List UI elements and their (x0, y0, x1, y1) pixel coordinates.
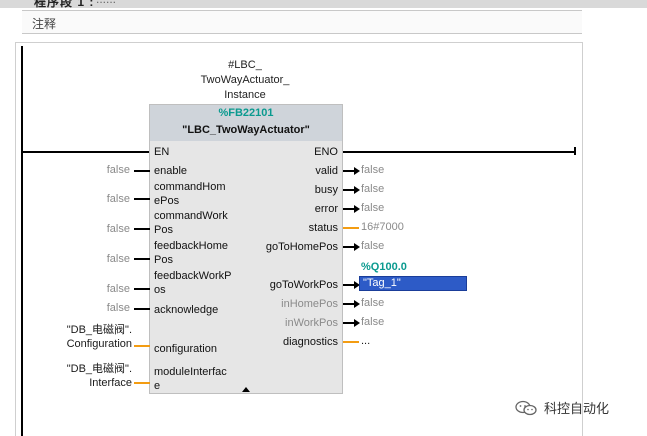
input-value-feedback-home-pos[interactable]: false (80, 252, 130, 266)
output-arrow-in-work-pos (354, 319, 360, 327)
output-value-valid[interactable]: false (361, 163, 384, 177)
pin-enable[interactable]: enable (154, 164, 244, 178)
output-value-in-work-pos[interactable]: false (361, 315, 384, 329)
watermark: 科控自动化 (514, 398, 609, 417)
input-value-enable[interactable]: false (80, 163, 130, 177)
input-value-module-interface[interactable]: "DB_电磁阀". Interface (40, 362, 132, 390)
comment-label: 注释 (32, 17, 57, 31)
function-block-header: %FB22101 "LBC_TwoWayActuator" (150, 105, 342, 141)
input-wire-acknowledge (134, 308, 150, 310)
output-wire-status (343, 227, 359, 229)
input-value-acknowledge[interactable]: false (80, 301, 130, 315)
output-arrow-busy (354, 186, 360, 194)
input-wire-command-work-pos (134, 228, 150, 230)
pin-go-to-work-pos[interactable]: goToWorkPos (238, 278, 338, 292)
pin-diagnostics[interactable]: diagnostics (238, 335, 338, 349)
input-value-command-work-pos[interactable]: false (80, 222, 130, 236)
fb-type-name: "LBC_TwoWayActuator" (182, 124, 310, 136)
function-block-box[interactable]: %FB22101 "LBC_TwoWayActuator" EN ENO ena… (149, 104, 343, 394)
left-power-rail (21, 46, 23, 436)
network-title[interactable]: 程序段 1 : (34, 0, 94, 10)
pin-configuration[interactable]: configuration (154, 342, 244, 356)
fb-number: %FB22101 (218, 107, 274, 119)
pin-go-to-home-pos[interactable]: goToHomePos (238, 240, 338, 254)
pin-feedback-work-pos[interactable]: feedbackWorkP os (154, 269, 244, 297)
right-rail-end (574, 147, 576, 155)
pin-acknowledge[interactable]: acknowledge (154, 303, 244, 317)
input-wire-module-interface (134, 382, 150, 384)
pin-busy[interactable]: busy (238, 183, 338, 197)
output-value-busy[interactable]: false (361, 182, 384, 196)
output-address-go-to-work-pos: %Q100.0 (361, 261, 407, 273)
pin-in-home-pos[interactable]: inHomePos (238, 297, 338, 311)
network-header-strip: 程序段 1 : ...... (0, 0, 647, 10)
pin-error[interactable]: error (238, 202, 338, 216)
input-wire-feedback-home-pos (134, 258, 150, 260)
output-wire-diagnostics (343, 341, 359, 343)
eno-wire (343, 151, 575, 153)
output-arrow-in-home-pos (354, 300, 360, 308)
input-wire-command-home-pos (134, 198, 150, 200)
input-value-feedback-work-pos[interactable]: false (80, 282, 130, 296)
pin-command-home-pos[interactable]: commandHom ePos (154, 180, 244, 208)
pin-in-work-pos[interactable]: inWorkPos (238, 316, 338, 330)
pin-module-interface[interactable]: moduleInterfac e (154, 365, 244, 393)
pin-status[interactable]: status (238, 221, 338, 235)
network-title-dots: ...... (96, 0, 116, 6)
output-value-diagnostics[interactable]: ... (361, 334, 370, 348)
watermark-text: 科控自动化 (544, 401, 610, 416)
instance-db-name[interactable]: #LBC_ TwoWayActuator_ Instance (180, 58, 310, 103)
output-value-status[interactable]: 16#7000 (361, 220, 404, 234)
pin-eno[interactable]: ENO (238, 145, 338, 159)
output-value-in-home-pos[interactable]: false (361, 296, 384, 310)
input-value-configuration[interactable]: "DB_电磁阀". Configuration (40, 323, 132, 351)
input-wire-feedback-work-pos (134, 288, 150, 290)
input-value-command-home-pos[interactable]: false (80, 192, 130, 206)
output-arrow-go-to-home-pos (354, 243, 360, 251)
output-value-error[interactable]: false (361, 201, 384, 215)
wechat-icon (514, 400, 538, 416)
en-wire (23, 151, 149, 153)
pin-feedback-home-pos[interactable]: feedbackHome Pos (154, 239, 244, 267)
output-arrow-valid (354, 167, 360, 175)
pin-command-work-pos[interactable]: commandWork Pos (154, 209, 244, 237)
input-wire-enable (134, 170, 150, 172)
pin-valid[interactable]: valid (238, 164, 338, 178)
collapse-caret-icon[interactable] (242, 387, 250, 392)
pin-en[interactable]: EN (154, 145, 244, 159)
output-arrow-error (354, 205, 360, 213)
network-comment[interactable]: 注释 (22, 10, 582, 34)
output-value-go-to-home-pos[interactable]: false (361, 239, 384, 253)
input-wire-configuration (134, 345, 150, 347)
output-tag-go-to-work-pos[interactable]: "Tag_1" (359, 276, 467, 291)
